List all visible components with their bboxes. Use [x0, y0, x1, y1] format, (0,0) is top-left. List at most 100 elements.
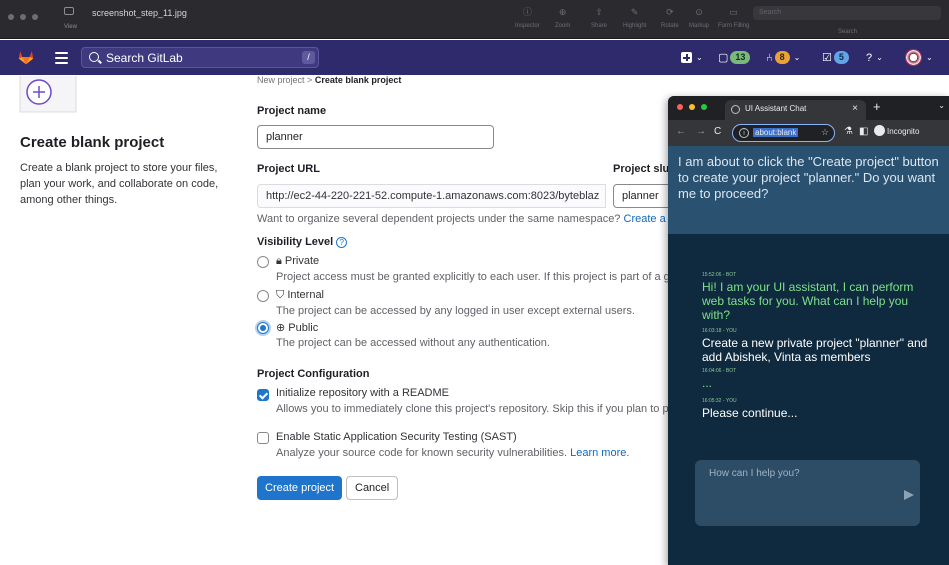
zoom-window-icon[interactable]	[701, 104, 707, 110]
message-meta: 16:04:06 - BOT	[702, 368, 737, 374]
reload-icon[interactable]: C	[714, 126, 721, 137]
form-filling-label: Form Filling	[718, 23, 750, 29]
new-tab-icon[interactable]: +	[873, 99, 881, 114]
visibility-internal-description: The project can be accessed by any logge…	[276, 305, 635, 317]
avatar	[905, 49, 922, 66]
form-filling-tool[interactable]: ▭ Form Filling	[718, 6, 749, 29]
mr-count-badge: 8	[774, 51, 790, 64]
close-tab-icon[interactable]: ×	[852, 103, 858, 114]
gitlab-logo-icon[interactable]	[17, 49, 35, 65]
close-window-icon[interactable]	[677, 104, 683, 110]
inspector-tool[interactable]: ⓘ Inspector	[515, 6, 540, 29]
breadcrumb-new-project[interactable]: New project	[257, 75, 305, 85]
minimize-window-icon[interactable]	[20, 14, 26, 20]
share-tool[interactable]: ⇧ Share	[591, 6, 607, 29]
issues-button[interactable]: ▢ 13	[718, 40, 751, 75]
preview-search-input[interactable]: Search	[753, 6, 941, 20]
chevron-down-icon[interactable]: ⌄	[938, 101, 945, 110]
sidebar-toggle-icon[interactable]	[64, 7, 74, 15]
zoom-window-icon[interactable]	[32, 14, 38, 20]
cancel-button[interactable]: Cancel	[346, 476, 399, 500]
visibility-internal-radio[interactable]	[257, 290, 269, 302]
search-icon	[89, 52, 99, 62]
todos-button[interactable]: ☑ 5	[822, 40, 849, 75]
merge-request-icon: ⑃	[766, 51, 773, 64]
lock-icon: 🔒︎	[276, 255, 282, 267]
side-panel-icon[interactable]: ◧	[859, 126, 868, 137]
question-icon[interactable]: ?	[336, 237, 348, 248]
gitlab-search-input[interactable]: Search GitLab /	[81, 47, 319, 68]
visibility-internal-text: Internal	[287, 289, 325, 301]
visibility-level-text: Visibility Level	[257, 236, 334, 248]
markup-label: Markup	[689, 23, 710, 29]
form-filling-icon: ▭	[729, 7, 738, 17]
highlight-tool[interactable]: ✎ Highlight	[623, 6, 646, 29]
highlight-label: Highlight	[623, 23, 647, 29]
message-meta: 15:52:06 - BOT	[702, 272, 737, 278]
bot-message: ...	[702, 376, 713, 390]
zoom-label: Zoom	[555, 23, 571, 29]
message-meta: 16:03:18 - YOU	[702, 328, 737, 334]
view-menu-label[interactable]: View	[64, 24, 77, 30]
breadcrumb-current: Create blank project	[314, 75, 402, 85]
minimize-window-icon[interactable]	[689, 104, 695, 110]
plus-icon	[681, 52, 692, 63]
highlight-icon: ✎	[630, 7, 639, 17]
issues-count-badge: 13	[730, 51, 751, 64]
inspector-icon: ⓘ	[522, 7, 532, 17]
chevron-down-icon: ⌄	[876, 53, 883, 62]
page-title: Create blank project	[20, 134, 165, 151]
learn-more-link[interactable]: Learn more.	[570, 447, 629, 459]
user-message: Please continue...	[702, 406, 798, 420]
back-icon[interactable]: ←	[676, 126, 686, 137]
chevron-down-icon: ⌄	[926, 53, 933, 62]
globe-icon	[731, 105, 740, 114]
tab-ui-assistant-chat[interactable]: UI Assistant Chat ×	[725, 100, 866, 120]
send-icon[interactable]	[904, 490, 914, 500]
chat-input[interactable]: How can I help you?	[695, 460, 920, 526]
visibility-public-radio[interactable]	[257, 322, 269, 334]
ui-assistant-chat-window: UI Assistant Chat × + ⌄ ← → C i about:bl…	[668, 96, 949, 565]
project-configuration-label: Project Configuration	[257, 368, 370, 380]
visibility-private-radio[interactable]	[257, 256, 269, 268]
rotate-tool[interactable]: ⟳ Rotate	[661, 6, 679, 29]
zoom-tool[interactable]: ⊕ Zoom	[555, 6, 570, 29]
user-menu[interactable]: ⌄	[905, 40, 933, 75]
help-icon: ?	[866, 51, 873, 64]
close-window-icon[interactable]	[8, 14, 14, 20]
star-icon[interactable]: ☆	[821, 127, 829, 138]
create-project-button[interactable]: Create project	[257, 476, 343, 500]
incognito-indicator[interactable]: Incognito	[874, 125, 919, 136]
project-name-input[interactable]: planner	[257, 125, 494, 149]
info-icon: i	[739, 128, 749, 138]
markup-icon: ⊙	[695, 7, 703, 17]
address-text: about:blank	[753, 128, 799, 137]
tab-title: UI Assistant Chat	[745, 104, 807, 113]
readme-checkbox[interactable]	[257, 389, 269, 401]
share-icon: ⇧	[595, 7, 603, 17]
markup-tool[interactable]: ⊙ Markup	[689, 6, 709, 29]
earth-icon: ⊕	[276, 322, 286, 334]
confirmation-prompt: I am about to click the "Create project"…	[668, 146, 949, 234]
rotate-icon: ⟳	[666, 7, 674, 17]
issues-icon: ▢	[718, 52, 729, 64]
sast-help-text: Analyze your source code for known secur…	[276, 447, 568, 459]
zoom-icon: ⊕	[558, 7, 567, 17]
address-bar[interactable]: i about:blank ☆	[732, 124, 835, 142]
search-shortcut-badge: /	[302, 51, 315, 64]
chat-input-placeholder: How can I help you?	[709, 468, 800, 479]
main-menu-icon[interactable]	[55, 52, 68, 67]
sast-checkbox[interactable]	[257, 432, 269, 444]
merge-requests-button[interactable]: ⑃ 8 ⌄	[766, 40, 800, 75]
readme-label: Initialize repository with a README	[276, 387, 450, 399]
create-new-dropdown[interactable]: ⌄	[681, 40, 703, 75]
share-label: Share	[591, 23, 608, 29]
visibility-private-label: 🔒︎ Private	[276, 255, 319, 268]
help-dropdown[interactable]: ? ⌄	[866, 40, 883, 75]
forward-icon[interactable]: →	[696, 126, 706, 137]
incognito-label: Incognito	[887, 127, 920, 136]
search-placeholder: Search GitLab	[106, 51, 183, 65]
project-url-prefix: http://ec2-44-220-221-52.compute-1.amazo…	[257, 184, 606, 208]
namespace-hint-text: Want to organize several dependent proje…	[257, 213, 621, 225]
extension-icon[interactable]: ⚗	[844, 126, 853, 137]
